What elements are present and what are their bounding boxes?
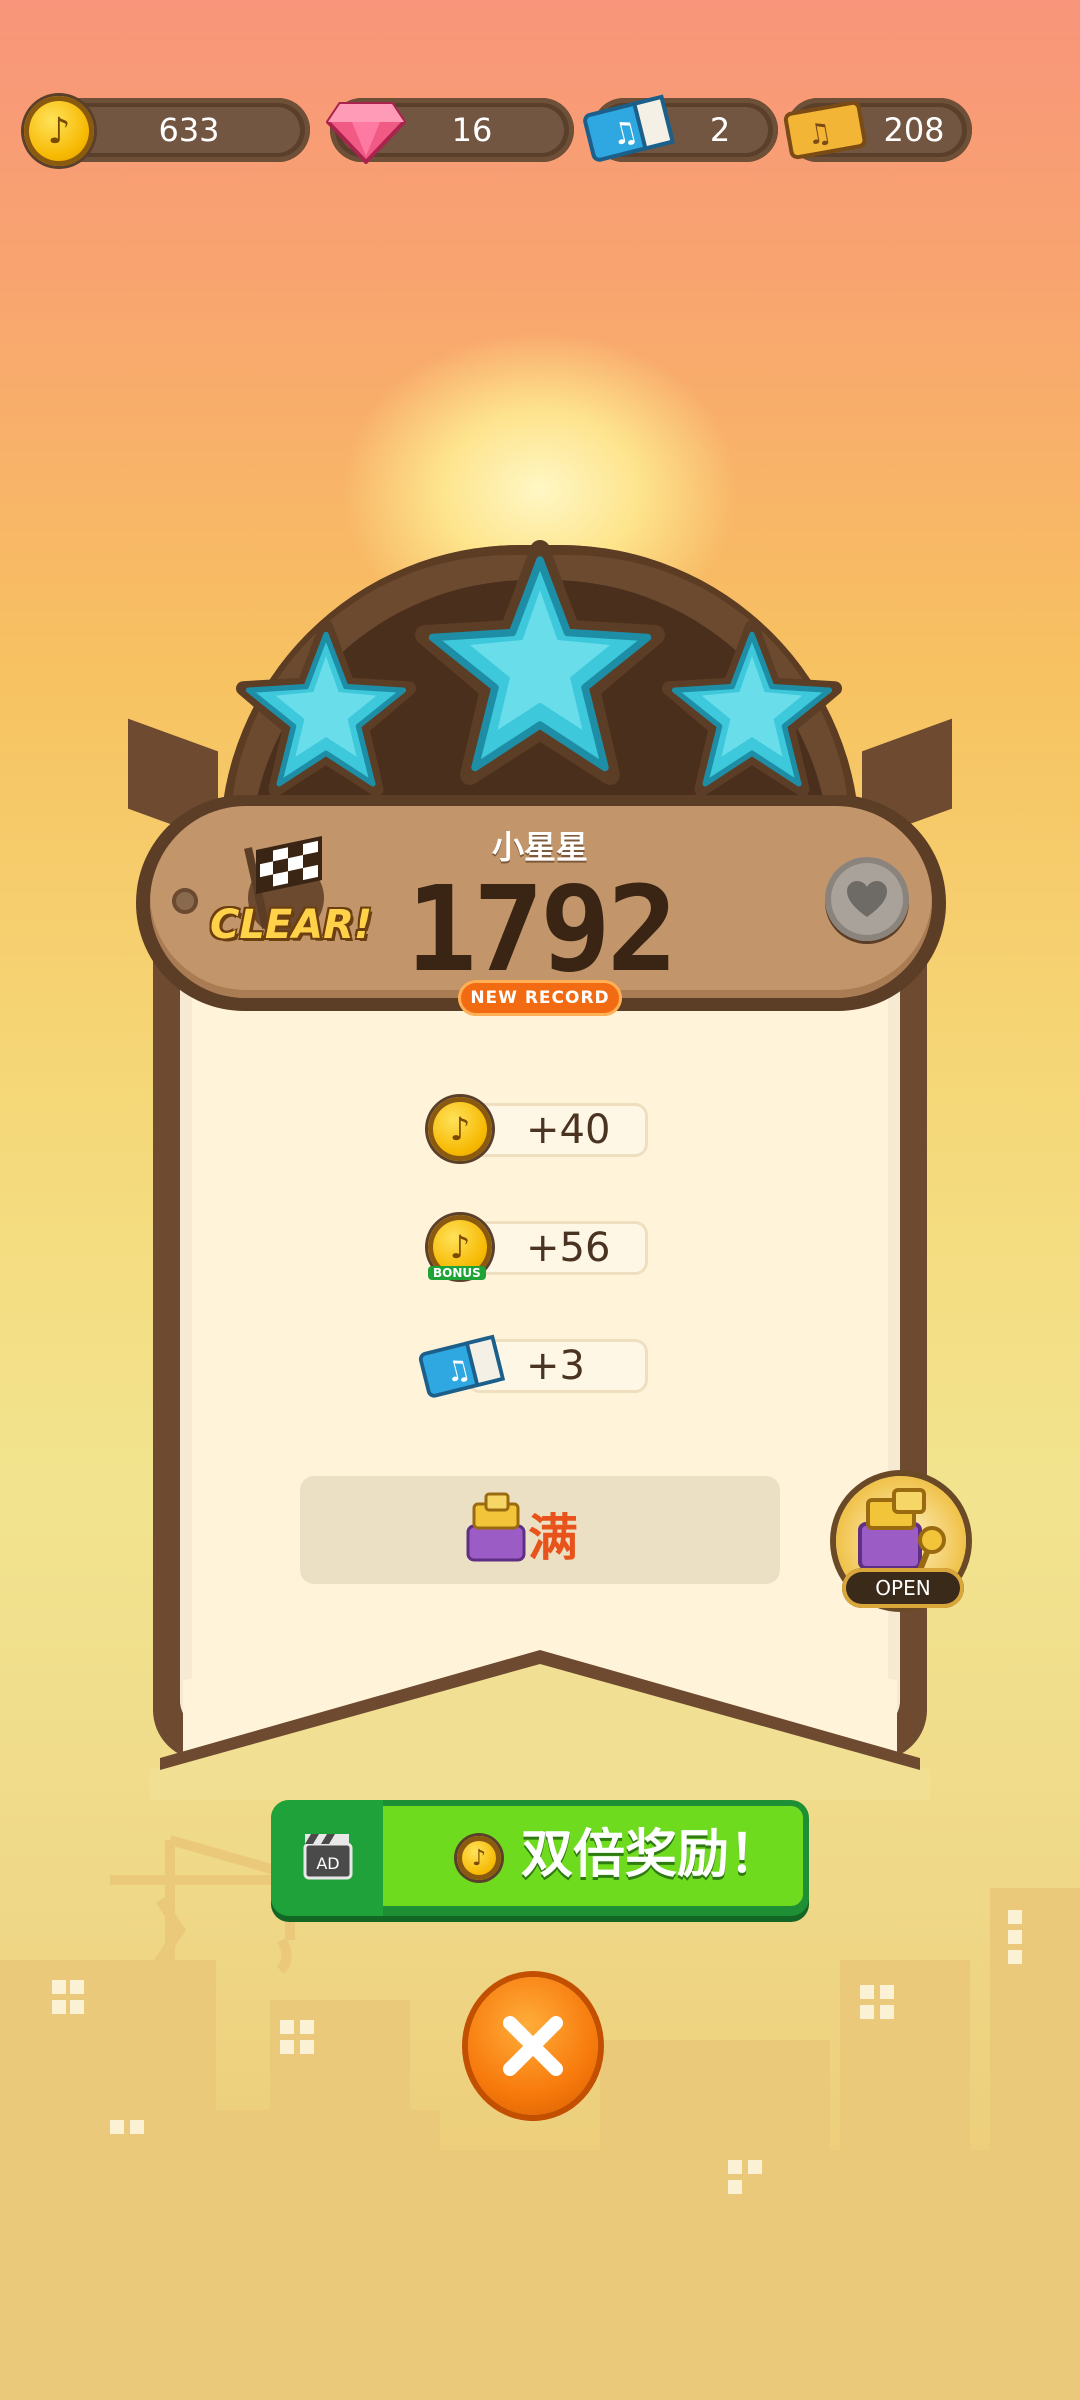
star-right bbox=[662, 620, 842, 797]
ticket-icon: ♫ bbox=[583, 94, 676, 162]
city-window bbox=[728, 2160, 742, 2174]
coin-icon: ♪ bbox=[24, 96, 94, 166]
close-icon bbox=[503, 2016, 563, 2076]
city-window bbox=[52, 1980, 66, 1994]
coin-icon: ♪ bbox=[428, 1097, 492, 1161]
city-window bbox=[880, 1985, 894, 1999]
gift-box-icon bbox=[466, 1492, 526, 1562]
star-center bbox=[415, 540, 665, 785]
city-window bbox=[70, 1980, 84, 1994]
golden-ticket-icon: ♫ bbox=[783, 100, 867, 160]
heart-icon bbox=[847, 881, 887, 917]
star-left bbox=[236, 620, 416, 797]
reward-row: +40 bbox=[470, 1106, 645, 1154]
score-value: 1792 bbox=[405, 860, 678, 998]
reward-value: +40 bbox=[526, 1107, 611, 1153]
new-record-badge: NEW RECORD bbox=[458, 980, 622, 1016]
double-reward-ad-button[interactable]: AD ♪ 双倍奖励！ bbox=[271, 1800, 809, 1916]
coin-icon: ♪ bbox=[457, 1836, 501, 1880]
city-window bbox=[860, 2005, 874, 2019]
city-window bbox=[1008, 1910, 1022, 1924]
city-building bbox=[0, 2150, 1080, 2400]
result-panel bbox=[180, 950, 900, 1730]
ticket-icon: ♫ bbox=[418, 1334, 506, 1398]
city-window bbox=[748, 2160, 762, 2174]
reward-row: +56 bbox=[470, 1224, 645, 1272]
close-button[interactable] bbox=[468, 1977, 598, 2115]
open-button[interactable]: OPEN bbox=[842, 1568, 964, 1608]
city-window bbox=[728, 2180, 742, 2194]
ad-clapper-icon: AD bbox=[303, 1834, 353, 1880]
city-window bbox=[1008, 1950, 1022, 1964]
favorite-button[interactable] bbox=[825, 857, 909, 941]
city-window bbox=[880, 2005, 894, 2019]
reward-value: +3 bbox=[526, 1343, 585, 1389]
city-window bbox=[52, 2000, 66, 2014]
bonus-tag: BONUS bbox=[428, 1266, 486, 1280]
header-rivet bbox=[172, 888, 198, 914]
ad-tag: AD bbox=[316, 1854, 339, 1873]
treasure-box-icon bbox=[858, 1488, 946, 1572]
city-window bbox=[70, 2000, 84, 2014]
reward-value: +56 bbox=[526, 1225, 611, 1271]
double-reward-label: 双倍奖励！ bbox=[521, 1825, 782, 1885]
gem-icon bbox=[326, 102, 406, 164]
clear-label: CLEAR! bbox=[210, 902, 373, 948]
box-full-label: 满 bbox=[528, 1509, 578, 1567]
city-window bbox=[860, 1985, 874, 1999]
city-window bbox=[1008, 1930, 1022, 1944]
banner-notch-cut bbox=[150, 1650, 930, 1800]
